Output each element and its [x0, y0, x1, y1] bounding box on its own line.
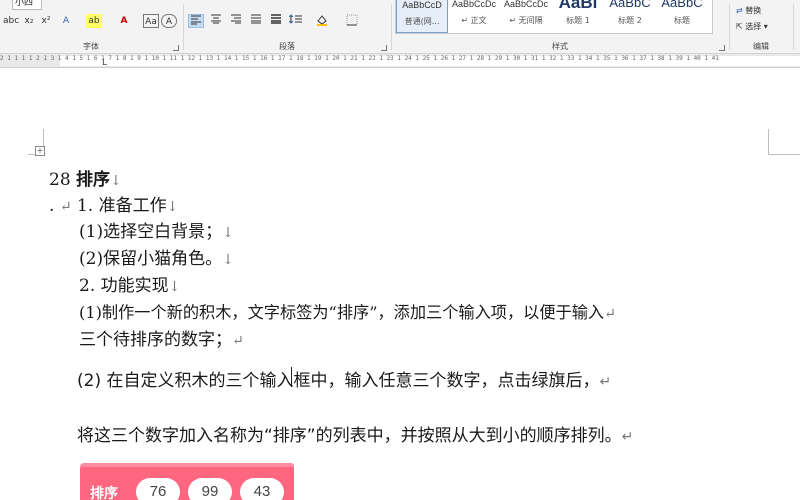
func-item-1-line-2: 三个待排序的数字；: [79, 330, 232, 350]
editing-group-label: 编辑: [753, 42, 769, 51]
bullet-dot: .: [49, 196, 55, 216]
func-title-text: 2. 功能实现: [79, 276, 169, 296]
func-item-2-cont-text: 将这三个数字加入名称为“排序”的列表中，并按照从大到小的顺序排列。: [77, 426, 622, 446]
block-input-2[interactable]: 99: [188, 478, 232, 500]
paragraph-func-item-2-cont[interactable]: 将这三个数字加入名称为“排序”的列表中，并按照从大到小的顺序排列。↵: [77, 421, 633, 446]
font-group-label: 字体: [83, 42, 99, 51]
paragraph-func-item-1-cont[interactable]: 三个待排序的数字；↵: [79, 325, 244, 350]
paragraph-prep-item-2[interactable]: (2)保留小猫角色。↓: [79, 244, 234, 269]
justify-icon[interactable]: [248, 14, 264, 28]
prep-item-2-text: (2)保留小猫角色。: [79, 249, 223, 269]
line-spacing-icon[interactable]: [288, 14, 304, 28]
editing-group: ⇄ 替换 ⇱ 选择 ▾ 编辑: [730, 0, 792, 54]
paragraph-mark: ↵: [604, 306, 616, 322]
replace-label: 替换: [745, 6, 762, 15]
enclose-char-button[interactable]: A: [161, 14, 177, 28]
line-break-mark: ↓: [222, 252, 234, 268]
paragraph-group-label: 段落: [279, 42, 295, 51]
paragraph-mark: ↵: [621, 429, 634, 445]
text-effects-button[interactable]: A: [58, 14, 74, 28]
strikethrough-button[interactable]: abc: [3, 14, 19, 28]
block-input-1[interactable]: 76: [136, 478, 180, 500]
line-break-mark: ↓: [110, 173, 122, 189]
page-corner-mark: [768, 129, 800, 155]
table-move-handle-icon[interactable]: +: [35, 146, 45, 156]
select-button[interactable]: ⇱ 选择 ▾: [736, 21, 768, 32]
align-right-icon[interactable]: [228, 14, 244, 28]
prep-title-text: 1. 准备工作: [76, 196, 167, 216]
borders-icon[interactable]: [344, 14, 360, 28]
document-heading[interactable]: 28 排序↓: [49, 165, 122, 190]
paragraph-func-item-2[interactable]: (2) 在自定义积木的三个输入框中，输入任意三个数字，点击绿旗后，↵: [77, 366, 611, 391]
line-break-mark: ↓: [168, 279, 181, 295]
prep-item-1-text: (1)选择空白背景；: [79, 222, 223, 242]
char-shading-button[interactable]: Aa: [143, 14, 159, 28]
custom-block-image[interactable]: 排序 76 99 43: [80, 463, 294, 500]
styles-group-label: 样式: [552, 42, 568, 51]
paragraph-func-item-1[interactable]: (1)制作一个新的积木，文字标签为“排序”，添加三个输入项，以便于输入↵: [79, 299, 616, 323]
paragraph-prep-item-1[interactable]: (1)选择空白背景；↓: [79, 217, 234, 242]
shading-icon[interactable]: [314, 14, 330, 28]
align-center-icon[interactable]: [208, 14, 224, 28]
ruler-numbers: 2 1 1 1 1 2 1 3 1 4 1 5 1 6 1 7 1 8 1 9 …: [0, 55, 719, 62]
paragraph-group: 段落: [184, 0, 390, 54]
superscript-button[interactable]: x²: [38, 14, 54, 28]
subscript-button[interactable]: x₂: [21, 14, 37, 28]
select-label: 选择 ▾: [745, 22, 768, 31]
select-icon: ⇱: [736, 22, 743, 31]
align-left-icon[interactable]: [188, 14, 204, 28]
paragraph-mark: ↵: [599, 374, 612, 390]
font-color-button[interactable]: A: [116, 14, 132, 28]
distributed-icon[interactable]: [268, 14, 284, 28]
tab-stop-marker[interactable]: L: [102, 58, 107, 68]
horizontal-ruler[interactable]: 2 1 1 1 1 2 1 3 1 4 1 5 1 6 1 7 1 8 1 9 …: [0, 54, 800, 68]
paragraph-func-title[interactable]: 2. 功能实现↓: [79, 271, 180, 296]
line-break-mark: ↓: [166, 199, 179, 215]
styles-group: 样式: [392, 0, 728, 54]
heading-number: 28: [49, 170, 71, 190]
paragraph-mark: ↵: [232, 333, 244, 349]
heading-title: 排序: [76, 170, 111, 190]
text-cursor: [291, 367, 292, 387]
styles-dialog-launcher-icon[interactable]: [719, 45, 725, 51]
group-divider: [793, 4, 794, 50]
font-dialog-launcher-icon[interactable]: [173, 45, 179, 51]
font-group: 小四 abc x₂ x² A ab A Aa A 字体: [0, 0, 182, 54]
func-item-2-text: (2) 在自定义积木的三个输入框中，输入任意三个数字，点击绿旗后，: [77, 371, 600, 391]
paragraph-mark: ↵: [59, 199, 72, 215]
ribbon: 小四 abc x₂ x² A ab A Aa A 字体 段落 AaBbCcD 普…: [0, 0, 800, 54]
func-item-1-line-1: (1)制作一个新的积木，文字标签为“排序”，添加三个输入项，以便于输入: [79, 303, 605, 322]
replace-icon: ⇄: [736, 6, 743, 15]
paragraph-dialog-launcher-icon[interactable]: [381, 45, 387, 51]
block-input-3[interactable]: 43: [240, 478, 284, 500]
replace-button[interactable]: ⇄ 替换: [736, 5, 761, 16]
paragraph-prep-title[interactable]: . ↵ 1. 准备工作↓: [49, 191, 178, 216]
block-label: 排序: [90, 486, 118, 500]
font-size-select[interactable]: 小四: [12, 0, 42, 10]
line-break-mark: ↓: [222, 225, 234, 241]
highlight-color-button[interactable]: ab: [86, 14, 102, 28]
